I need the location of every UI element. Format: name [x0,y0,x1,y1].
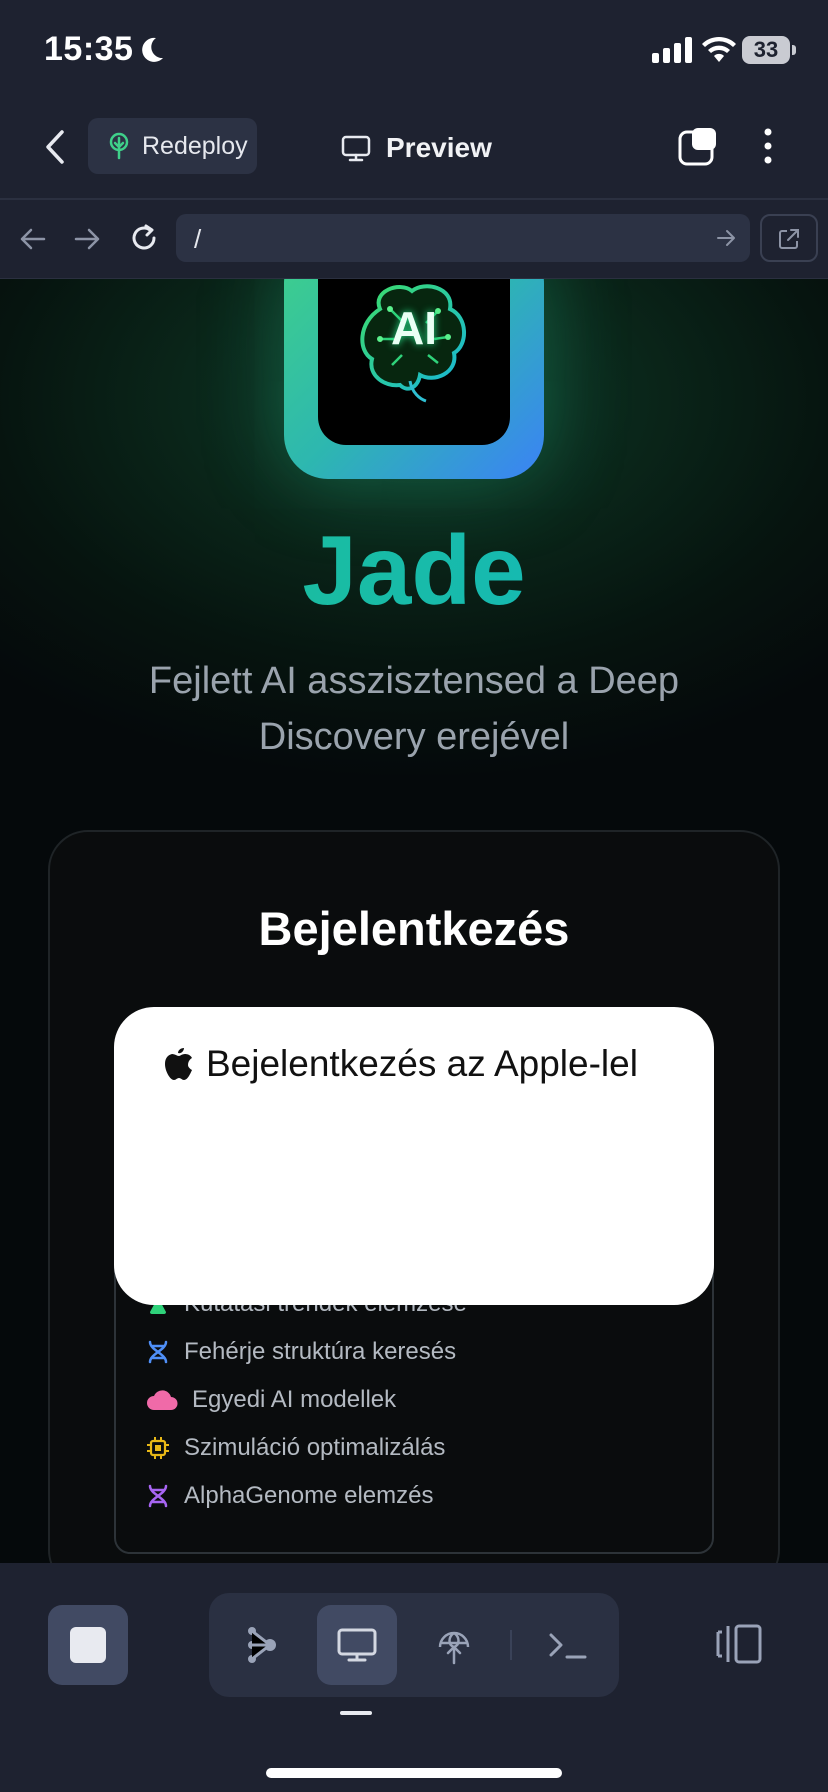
external-link-icon [779,229,799,249]
url-input[interactable]: / [176,214,750,262]
workflow-tab[interactable] [220,1605,300,1685]
arrow-right-icon[interactable] [72,225,102,253]
cloud-icon [147,1390,178,1410]
moon-icon [142,37,163,62]
redeploy-label: Redeploy [142,131,248,160]
signal-icon [652,37,692,63]
logo-ai-text: AI [391,302,437,354]
app-subtitle: Fejlett AI asszisztensed a Deep Discover… [148,660,680,758]
switcher-divider [510,1630,512,1660]
apple-logo-icon [165,1048,192,1080]
preview-title: Preview [340,128,492,168]
back-chevron-icon[interactable] [40,128,74,166]
monitor-icon [337,1628,377,1662]
apple-signin-label: Bejelentkezés az Apple-lel [164,1043,638,1085]
battery-level: 33 [753,37,779,62]
stop-button[interactable] [48,1605,128,1685]
web-preview: AI Jade Fejlett AI asszisztensed a Deep … [0,279,828,1563]
home-indicator[interactable] [266,1768,562,1778]
feature-label: Fehérje struktúra keresés [184,1338,457,1365]
preview-tab[interactable] [317,1605,397,1685]
chip-icon [147,1437,169,1459]
stop-icon [70,1627,106,1663]
arrow-left-icon[interactable] [18,225,48,253]
terminal-icon [549,1633,587,1659]
battery-icon: 33 [742,36,798,64]
open-external-button[interactable] [760,214,818,262]
feature-label: Egyedi AI modellek [192,1386,397,1413]
status-time: 15:35 [44,30,134,68]
feature-label: Szimuláció optimalizálás [184,1434,446,1461]
apple-signin-text: Bejelentkezés az Apple-lel [206,1043,638,1084]
terminal-tab[interactable] [527,1605,607,1685]
tabs-icon[interactable] [678,126,718,166]
apple-signin-button[interactable]: Bejelentkezés az Apple-lel [114,1007,714,1305]
feature-item: Egyedi AI modellek [146,1386,396,1414]
deploy-tab[interactable] [414,1605,494,1685]
feature-item: Fehérje struktúra keresés [146,1338,456,1366]
preview-label: Preview [386,132,492,163]
more-vertical-icon[interactable] [756,126,780,166]
active-tab-indicator [340,1711,372,1715]
monitor-icon [341,135,371,162]
workflow-nodes-icon [248,1627,276,1663]
feature-item: AlphaGenome elemzés [146,1482,433,1510]
dna-icon [148,1484,168,1508]
app-title: Jade [0,514,828,627]
reload-icon[interactable] [128,222,160,254]
go-arrow-icon[interactable] [716,228,736,248]
feature-label: AlphaGenome elemzés [184,1482,434,1509]
redeploy-button[interactable]: Redeploy [88,118,257,174]
wifi-icon [702,36,736,62]
feature-item: Szimuláció optimalizálás [146,1434,445,1462]
login-title: Bejelentkezés [258,902,570,955]
url-value: / [194,224,202,254]
dna-icon [148,1340,168,1364]
deploy-tree-icon [109,132,129,160]
globe-upload-icon [438,1631,470,1665]
panel-toggle-icon[interactable] [712,1622,764,1666]
